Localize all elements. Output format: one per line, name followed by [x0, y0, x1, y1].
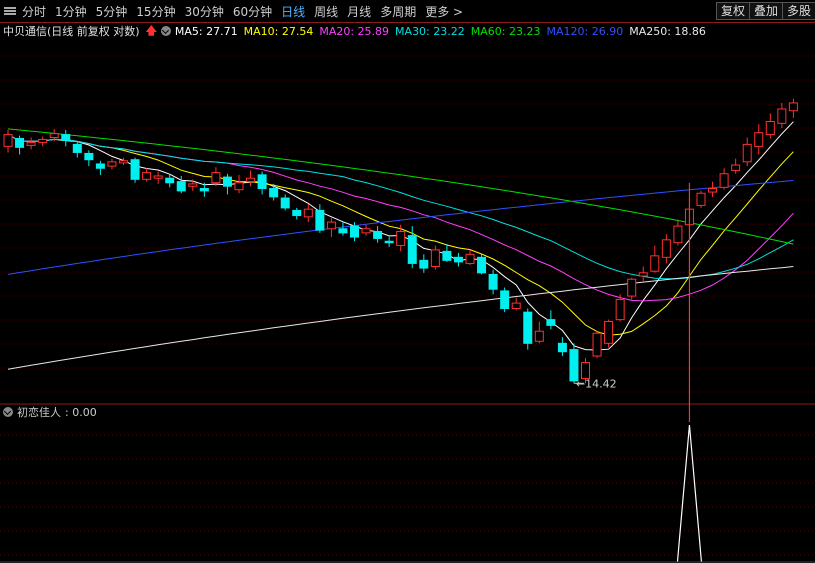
candle-body	[84, 152, 94, 161]
candle-body	[95, 163, 105, 169]
candle-body	[754, 132, 764, 147]
candle-body	[569, 349, 579, 382]
candle-body	[373, 230, 383, 239]
candle-body	[523, 311, 533, 344]
candle-body	[130, 159, 140, 180]
candle-body	[465, 253, 475, 264]
candle-body	[557, 342, 567, 353]
candle-body	[592, 332, 602, 357]
candle-body	[430, 249, 440, 268]
candle-body	[546, 319, 556, 326]
candle-body	[661, 239, 671, 258]
candle-body	[696, 192, 706, 206]
candle-body	[731, 164, 741, 171]
candle-body	[765, 120, 775, 136]
candle-body	[419, 259, 429, 269]
candle-body	[442, 250, 452, 261]
candle-body	[269, 188, 279, 198]
candle-body	[176, 181, 186, 192]
candle-body	[49, 133, 59, 138]
candle-body	[280, 197, 290, 209]
candle-body	[534, 330, 544, 342]
ma-line-ma20	[7, 134, 794, 302]
candle-body	[777, 108, 787, 124]
candle-body	[673, 225, 683, 244]
candle-body	[61, 134, 71, 141]
candle-body	[26, 141, 36, 146]
candle-body	[199, 188, 209, 192]
candle-body	[107, 161, 117, 167]
candle-body	[615, 299, 625, 321]
candle-body	[361, 228, 371, 234]
candle-body	[211, 172, 221, 184]
candle-body	[407, 235, 417, 264]
candle-body	[511, 302, 521, 310]
candle-body	[38, 138, 48, 143]
candle-body	[15, 137, 25, 148]
candle-body	[246, 177, 256, 183]
candle-body	[708, 188, 718, 193]
candle-body	[338, 228, 348, 234]
candle-body	[222, 176, 232, 187]
kline-chart[interactable]: ←14.42	[0, 0, 815, 563]
candle-body	[326, 221, 336, 230]
ma-line-ma250	[7, 266, 794, 370]
candle-body	[742, 143, 752, 163]
candle-body	[396, 230, 406, 247]
candle-body	[627, 278, 637, 297]
candle-body	[303, 208, 313, 218]
candle-body	[488, 273, 498, 290]
low-annotation: ←14.42	[576, 377, 617, 390]
candle-body	[292, 209, 302, 217]
candle-body	[650, 255, 660, 272]
candle-body	[3, 134, 13, 147]
candle-body	[142, 172, 152, 180]
candle-body	[581, 362, 590, 380]
candle-body	[257, 174, 267, 190]
candle-body	[350, 225, 359, 238]
candle-body	[500, 290, 510, 310]
candle-body	[719, 173, 729, 188]
candle-body	[384, 240, 394, 244]
candle-body	[638, 272, 648, 277]
candle-body	[453, 256, 463, 263]
candle-body	[234, 182, 244, 191]
candle-body	[153, 175, 163, 179]
candle-body	[188, 183, 198, 187]
candle-body	[315, 209, 325, 231]
candle-body	[788, 102, 798, 112]
candle-body	[604, 321, 614, 344]
candle-body	[165, 177, 175, 184]
signal-spike	[676, 424, 703, 563]
candle-body	[477, 256, 487, 274]
candle-body	[119, 160, 128, 164]
candle-body	[72, 143, 82, 153]
